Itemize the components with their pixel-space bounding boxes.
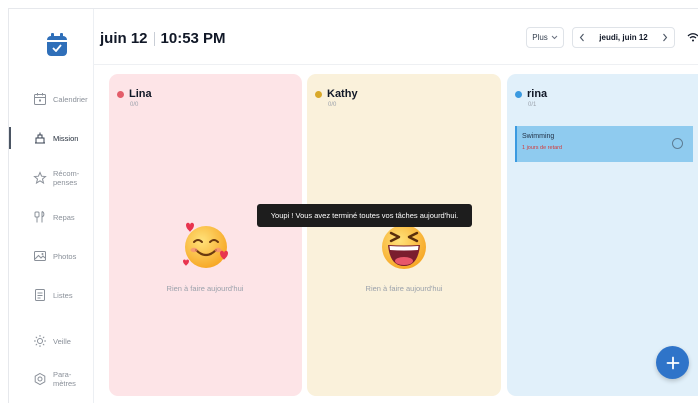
sidebar-item-veille[interactable]: Veille <box>9 324 93 358</box>
sidebar-item-photos[interactable]: Photos <box>9 239 93 273</box>
member-color-dot <box>315 90 322 98</box>
sidebar-item-calendrier[interactable]: Calendrier <box>9 82 93 116</box>
left-edge <box>0 0 8 403</box>
task-overdue-status: 1 jours de retard <box>522 145 563 151</box>
member-name[interactable]: Lina <box>129 88 152 100</box>
date-navigator: jeudi, juin 12 <box>572 27 675 48</box>
plus-icon <box>666 356 679 369</box>
calendar-icon <box>34 93 46 105</box>
task-count: 0/1 <box>528 102 537 108</box>
mission-icon <box>35 132 45 144</box>
empty-state-text: Rien à faire aujourd'hui <box>166 284 244 293</box>
add-task-button[interactable] <box>656 346 689 379</box>
utensils-icon <box>34 211 45 223</box>
list-icon <box>35 289 45 301</box>
more-dropdown[interactable]: Plus <box>526 27 564 48</box>
sidebar-item-repas[interactable]: Repas <box>9 200 93 234</box>
task-count: 0/0 <box>130 102 139 108</box>
header-divider <box>93 64 698 65</box>
sidebar-item-recompenses[interactable]: Récom- penses <box>9 161 93 195</box>
task-complete-checkbox[interactable] <box>672 138 683 149</box>
sidebar-item-label: Mission <box>53 133 79 143</box>
member-name[interactable]: rina <box>527 88 547 100</box>
member-column-kathy: Kathy 0/0 Rien à faire aujourd'hui <box>307 74 501 396</box>
task-title: Swimming <box>522 133 555 140</box>
sidebar-item-label: Veille <box>53 336 71 346</box>
app-logo[interactable] <box>47 33 67 56</box>
grinning-squinting-face-icon <box>382 225 426 269</box>
member-color-dot <box>117 90 124 98</box>
sidebar-item-label: Listes <box>53 290 73 300</box>
sidebar-item-label: Récom- penses <box>53 169 80 187</box>
chevron-down-icon <box>551 35 558 40</box>
star-icon <box>33 171 47 185</box>
member-column-lina: Lina 0/0 Rien à faire aujourd'hui <box>109 74 302 396</box>
member-name[interactable]: Kathy <box>327 88 358 100</box>
active-indicator <box>9 127 11 149</box>
empty-state-text: Rien à faire aujourd'hui <box>365 284 443 293</box>
header-time: 10:53 PM <box>160 30 226 47</box>
smiling-face-with-hearts-icon <box>183 222 228 268</box>
completion-toast: Youpi ! Vous avez terminé toutes vos tâc… <box>257 204 472 227</box>
page-title: juin 12 10:53 PM <box>100 30 226 47</box>
sun-icon <box>34 335 46 347</box>
chevron-right-icon[interactable] <box>662 33 668 42</box>
header-date: juin 12 <box>100 30 148 47</box>
more-label: Plus <box>532 33 548 42</box>
sidebar-item-listes[interactable]: Listes <box>9 278 93 312</box>
sidebar-item-label: Para- mètres <box>53 370 76 388</box>
photo-icon <box>34 251 46 261</box>
member-color-dot <box>515 90 522 98</box>
title-separator <box>153 31 155 46</box>
sidebar-item-parametres[interactable]: Para- mètres <box>9 362 93 396</box>
task-card[interactable]: Swimming 1 jours de retard <box>515 126 693 162</box>
sidebar-item-label: Calendrier <box>53 94 88 104</box>
current-date[interactable]: jeudi, juin 12 <box>599 33 647 42</box>
sidebar-item-label: Repas <box>53 212 75 222</box>
sidebar-item-mission[interactable]: Mission <box>9 121 93 155</box>
app-frame: Calendrier Mission Récom- penses Repas P… <box>0 0 698 403</box>
chevron-left-icon[interactable] <box>579 33 585 42</box>
wifi-icon <box>687 33 698 42</box>
sidebar: Calendrier Mission Récom- penses Repas P… <box>9 9 94 403</box>
task-count: 0/0 <box>328 102 337 108</box>
top-edge <box>0 0 698 8</box>
settings-icon <box>34 372 46 386</box>
sidebar-item-label: Photos <box>53 251 77 261</box>
